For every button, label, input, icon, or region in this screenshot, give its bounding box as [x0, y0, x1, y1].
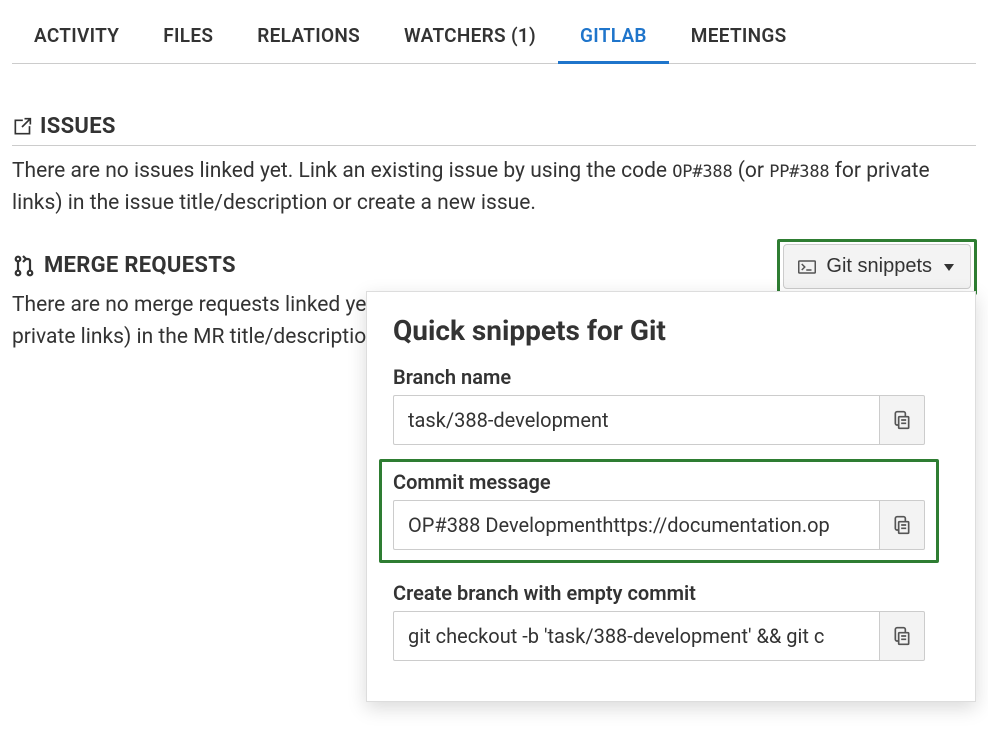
tab-files[interactable]: FILES — [141, 14, 235, 63]
commit-message-highlight-box: Commit message — [379, 459, 939, 563]
create-branch-input[interactable] — [393, 611, 879, 661]
issues-body-prefix: There are no issues linked yet. Link an … — [12, 159, 672, 183]
tab-gitlab[interactable]: GITLAB — [558, 14, 669, 63]
issues-body-mid: (or — [732, 159, 769, 183]
merge-request-icon — [12, 254, 36, 278]
copy-branch-name-button[interactable] — [879, 395, 925, 445]
caret-down-icon — [942, 260, 956, 274]
copy-create-branch-button[interactable] — [879, 611, 925, 661]
branch-name-input[interactable] — [393, 395, 879, 445]
issues-code-private: PP#388 — [769, 162, 829, 182]
terminal-icon — [798, 260, 816, 274]
git-snippets-button[interactable]: Git snippets — [783, 244, 971, 289]
merge-requests-title-text: MERGE REQUESTS — [44, 253, 236, 278]
branch-name-label: Branch name — [393, 365, 949, 389]
tab-watchers[interactable]: WATCHERS (1) — [382, 14, 558, 63]
create-branch-label: Create branch with empty commit — [393, 581, 949, 605]
issue-icon — [12, 117, 32, 137]
git-snippets-highlight-box: Git snippets — [777, 239, 977, 295]
issues-heading: ISSUES — [12, 114, 976, 146]
tab-meetings[interactable]: MEETINGS — [669, 14, 809, 63]
git-snippets-label: Git snippets — [826, 255, 932, 278]
tab-activity[interactable]: ACTIVITY — [12, 14, 141, 63]
tab-relations[interactable]: RELATIONS — [235, 14, 382, 63]
issues-title-text: ISSUES — [40, 114, 116, 139]
copy-icon — [892, 410, 912, 430]
issues-code-public: OP#388 — [672, 162, 732, 182]
copy-icon — [892, 515, 912, 535]
commit-message-input[interactable] — [393, 500, 879, 550]
issues-body: There are no issues linked yet. Link an … — [12, 156, 976, 219]
copy-icon — [892, 626, 912, 646]
popover-title: Quick snippets for Git — [393, 314, 949, 347]
commit-message-label: Commit message — [393, 470, 925, 494]
git-snippets-popover: Quick snippets for Git Branch name Comm — [366, 291, 976, 702]
tab-bar: ACTIVITY FILES RELATIONS WATCHERS (1) GI… — [12, 14, 976, 64]
copy-commit-message-button[interactable] — [879, 500, 925, 550]
